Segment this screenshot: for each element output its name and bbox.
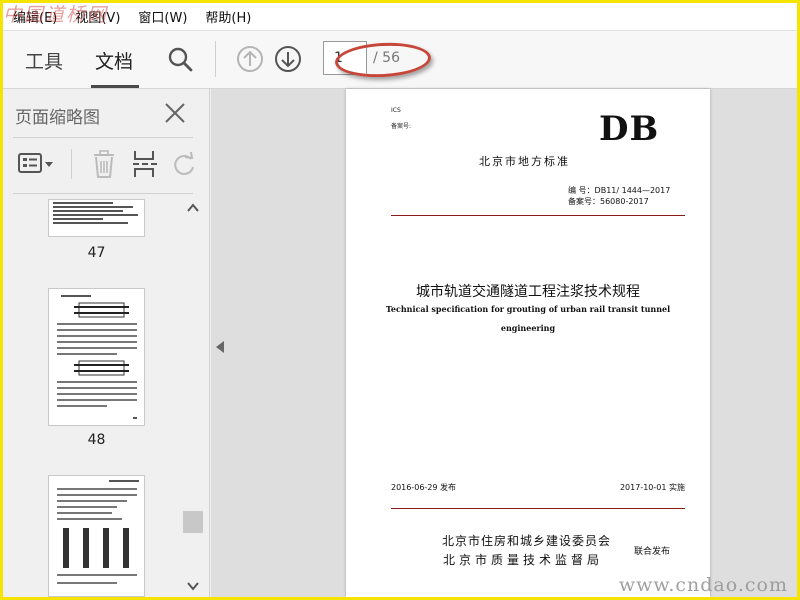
- rotate-icon[interactable]: [173, 151, 197, 177]
- doc-record-label: 备案号:: [391, 123, 412, 130]
- doc-issue-date: 2016-06-29 发布: [391, 483, 457, 492]
- scrollbar-thumb[interactable]: [183, 511, 203, 533]
- thumbnail-page-47[interactable]: [48, 199, 145, 237]
- doc-implement-date: 2017-10-01 实施: [619, 483, 685, 492]
- doc-rule-bottom: [391, 508, 685, 509]
- doc-record-no: 备案号：56080-2017: [568, 197, 649, 206]
- doc-standard-type: 北京市地方标准: [479, 155, 570, 168]
- menu-help[interactable]: 帮助(H): [205, 7, 251, 26]
- sidebar-divider-2: [13, 193, 193, 194]
- toolbar-separator: [215, 41, 216, 77]
- thumbnail-48-content: [57, 295, 137, 419]
- doc-title-en-2: engineering: [500, 323, 556, 333]
- doc-title-en-1: Technical specification for grouting of …: [385, 304, 671, 314]
- thumbnail-page-49[interactable]: [48, 475, 145, 597]
- doc-joint-release: 联合发布: [634, 547, 671, 557]
- watermark-bottom-right: www.cndao.com: [618, 574, 788, 596]
- doc-db-mark: DB: [599, 109, 660, 149]
- sidebar-tool-separator: [71, 149, 72, 179]
- tab-tools[interactable]: 工具: [25, 47, 63, 74]
- document-viewport: ICS 备案号: DB 北京市地方标准 编 号：DB11/ 1444—2017 …: [211, 89, 797, 597]
- insert-page-icon[interactable]: [131, 149, 159, 179]
- page-up-icon[interactable]: [236, 45, 264, 73]
- watermark-top-left: 中国道桥网: [3, 4, 109, 26]
- document-page: ICS 备案号: DB 北京市地方标准 编 号：DB11/ 1444—2017 …: [346, 89, 710, 597]
- sidebar-title: 页面缩略图: [15, 108, 100, 128]
- sidebar-divider: [13, 137, 193, 138]
- thumbnail-49-content: [57, 480, 139, 584]
- scroll-up-icon[interactable]: [187, 203, 199, 213]
- doc-code: 编 号：DB11/ 1444—2017: [568, 186, 671, 195]
- thumbnail-label-48: 48: [87, 432, 106, 448]
- menu-window[interactable]: 窗口(W): [138, 7, 187, 26]
- thumbnail-label-47: 47: [87, 245, 106, 261]
- menu-bar: 编辑(E) 视图(V) 窗口(W) 帮助(H): [3, 3, 797, 31]
- search-icon[interactable]: [166, 45, 194, 73]
- doc-rule-top: [391, 215, 685, 216]
- tab-document[interactable]: 文档: [95, 47, 133, 74]
- thumbnail-sidebar: 页面缩略图 47 48: [3, 89, 210, 597]
- sidebar-toolbar: [13, 147, 194, 181]
- page-down-icon[interactable]: [274, 45, 302, 73]
- doc-publisher-2: 北京市质量技术监督局: [443, 553, 604, 567]
- active-tab-indicator: [91, 85, 139, 88]
- thumbnail-options-icon[interactable]: [17, 151, 57, 177]
- thumbnail-scrollbar[interactable]: [183, 199, 203, 597]
- doc-ics: ICS: [391, 107, 401, 114]
- scroll-down-icon[interactable]: [187, 581, 199, 591]
- doc-publisher-1: 北京市住房和城乡建设委员会: [442, 534, 612, 548]
- doc-title-cn: 城市轨道交通隧道工程注浆技术规程: [416, 284, 640, 300]
- close-icon[interactable]: [163, 101, 187, 125]
- thumbnail-page-48[interactable]: [48, 288, 145, 426]
- main-toolbar: 工具 文档 1 / 56: [3, 31, 797, 89]
- collapse-sidebar-icon[interactable]: [214, 339, 226, 355]
- delete-page-icon[interactable]: [91, 149, 117, 179]
